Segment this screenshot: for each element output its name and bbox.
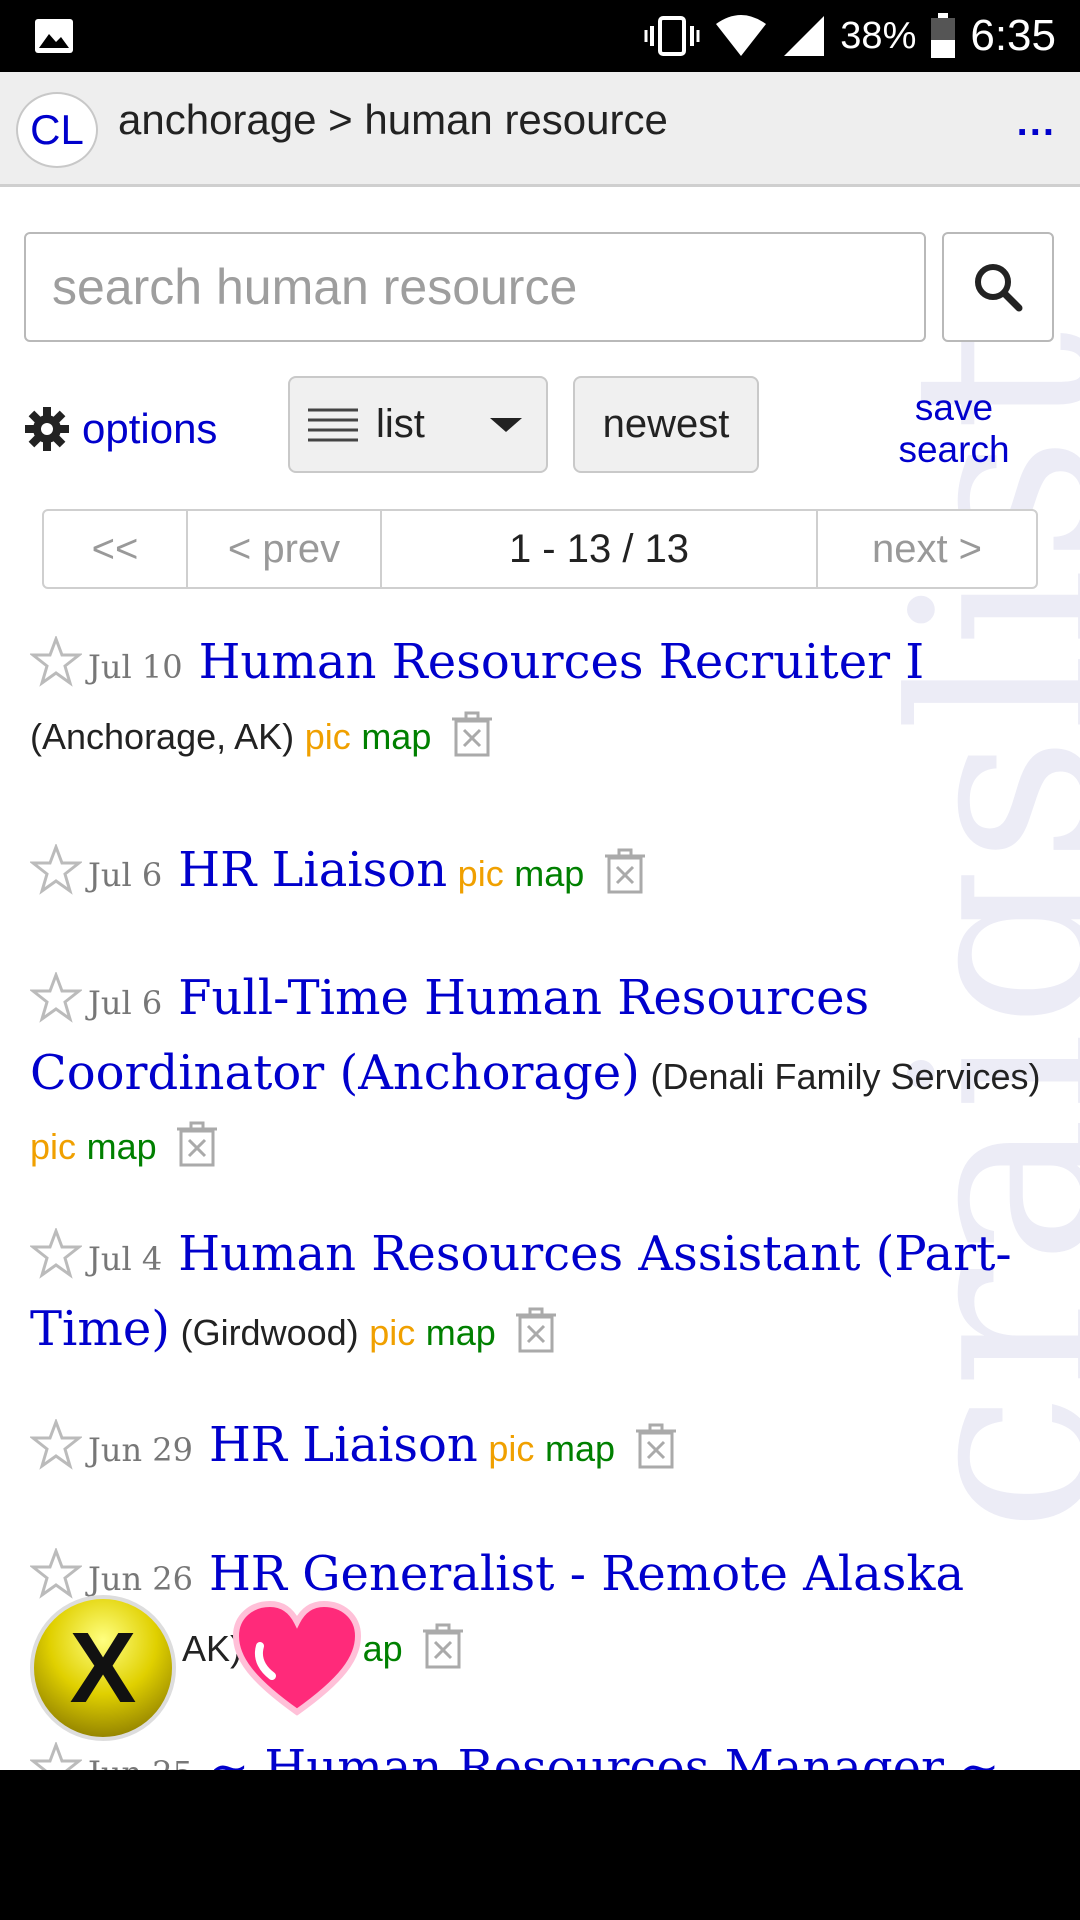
hide-listing-icon[interactable] — [450, 711, 494, 759]
more-menu-button[interactable]: ... — [1017, 100, 1056, 145]
listing-title[interactable]: ~ Human Resources Manager ~ — [209, 1740, 1000, 1770]
list-icon — [308, 408, 358, 441]
floating-heart-icon[interactable] — [232, 1600, 362, 1720]
vibrate-icon — [644, 16, 700, 56]
star-icon[interactable] — [30, 843, 82, 896]
save-search-line2: search — [898, 429, 1010, 470]
hide-listing-icon[interactable] — [514, 1307, 558, 1355]
hide-listing-icon[interactable] — [421, 1623, 465, 1671]
listing-pic-tag: pic — [30, 1126, 77, 1167]
search-button[interactable] — [942, 232, 1054, 342]
search-icon — [975, 264, 1023, 312]
listing-title[interactable]: HR Generalist - Remote Alaska — [209, 1546, 964, 1602]
save-search-link[interactable]: save search — [880, 387, 1028, 471]
listing-date: Jul 10 — [88, 648, 183, 686]
listing-date: Jul 4 — [88, 1240, 163, 1278]
list-item: Jun 29 HR Liaison pic map — [30, 1410, 1060, 1485]
listing-date: Jul 6 — [88, 984, 163, 1022]
search-input[interactable] — [24, 232, 926, 342]
listing-map-link[interactable]: map — [426, 1312, 496, 1353]
list-item: Jul 10 Human Resources Recruiter I (Ancho… — [30, 627, 1060, 772]
app-header: CL anchorage > human resource ... — [0, 72, 1080, 187]
hide-listing-icon[interactable] — [634, 1423, 678, 1471]
listing-map-link[interactable]: map — [545, 1428, 615, 1469]
star-icon[interactable] — [30, 1227, 82, 1280]
listing-date: Jul 6 — [88, 856, 163, 894]
star-icon[interactable] — [30, 1418, 82, 1471]
pagination: << < prev 1 - 13 / 13 next > — [42, 509, 1038, 589]
gear-icon — [25, 407, 69, 451]
listing-map-link[interactable]: map — [87, 1126, 157, 1167]
breadcrumb[interactable]: anchorage > human resource — [118, 96, 668, 144]
listing-title-continued[interactable]: Time) — [30, 1301, 170, 1357]
star-icon[interactable] — [30, 971, 82, 1024]
first-page-button[interactable]: << — [44, 511, 188, 587]
options-label: options — [82, 405, 218, 452]
hide-listing-icon[interactable] — [175, 1121, 219, 1169]
list-item: Jul 4 Human Resources Assistant (Part- Ti… — [30, 1219, 1060, 1368]
view-mode-label: list — [376, 402, 425, 446]
options-link[interactable]: options — [24, 405, 217, 453]
listing-location: (Denali Family Services) — [650, 1056, 1041, 1097]
image-notification-icon — [35, 19, 73, 53]
result-range: 1 - 13 / 13 — [382, 511, 818, 587]
hide-listing-icon[interactable] — [603, 848, 647, 896]
listing-title[interactable]: Human Resources Recruiter I — [199, 634, 925, 690]
listing-map-link[interactable]: map — [361, 716, 431, 757]
floating-close-button[interactable]: X — [30, 1595, 176, 1741]
listing-map-link[interactable]: map — [514, 853, 584, 894]
view-mode-select[interactable]: list — [288, 376, 548, 473]
listing-title-continued[interactable]: Coordinator (Anchorage) — [30, 1045, 640, 1101]
star-icon[interactable] — [30, 1741, 82, 1770]
craigslist-logo[interactable]: CL — [16, 92, 98, 168]
listing-pic-tag: pic — [369, 1312, 416, 1353]
listing-date: Jun 26 — [88, 1560, 193, 1598]
listing-pic-tag: pic — [457, 853, 504, 894]
listing-date: Jun 29 — [88, 1431, 193, 1469]
sort-button[interactable]: newest — [573, 376, 759, 473]
listing-pic-tag: pic — [304, 716, 351, 757]
battery-icon — [931, 13, 956, 58]
navigation-bar-area — [0, 1770, 1080, 1920]
list-item: Jun 26 HR Generalist - Remote Alaska AK) … — [30, 1539, 1060, 1684]
next-page-button[interactable]: next > — [818, 511, 1036, 587]
listing-map-link[interactable]: ap — [363, 1628, 403, 1669]
star-icon[interactable] — [30, 635, 82, 688]
cell-signal-icon — [784, 16, 825, 56]
listing-title[interactable]: Human Resources Assistant (Part- — [178, 1226, 1011, 1282]
main-content: craigslist options — [0, 187, 1080, 1770]
listing-location: (Girdwood) — [180, 1312, 359, 1353]
status-bar: 38% 6:35 — [0, 0, 1080, 72]
listing-title[interactable]: HR Liaison — [209, 1417, 478, 1473]
listing-date: Jun 25 — [88, 1754, 193, 1770]
prev-page-button[interactable]: < prev — [188, 511, 382, 587]
battery-percent: 38% — [840, 14, 917, 57]
listing-title[interactable]: Full-Time Human Resources — [178, 970, 869, 1026]
star-icon[interactable] — [30, 1547, 82, 1600]
list-item: Jul 6 Full-Time Human Resources Coordinat… — [30, 963, 1060, 1182]
list-item: Jul 6 HR Liaison pic map — [30, 835, 1060, 910]
chevron-down-icon — [490, 417, 522, 432]
wifi-icon — [716, 15, 767, 56]
listing-location: (Anchorage, AK) — [30, 716, 295, 757]
clock: 6:35 — [970, 11, 1056, 60]
list-item: Jun 25 ~ Human Resources Manager ~ — [30, 1733, 1060, 1770]
listing-pic-tag: pic — [488, 1428, 535, 1469]
listing-title[interactable]: HR Liaison — [178, 842, 447, 898]
save-search-line1: save — [914, 387, 994, 428]
